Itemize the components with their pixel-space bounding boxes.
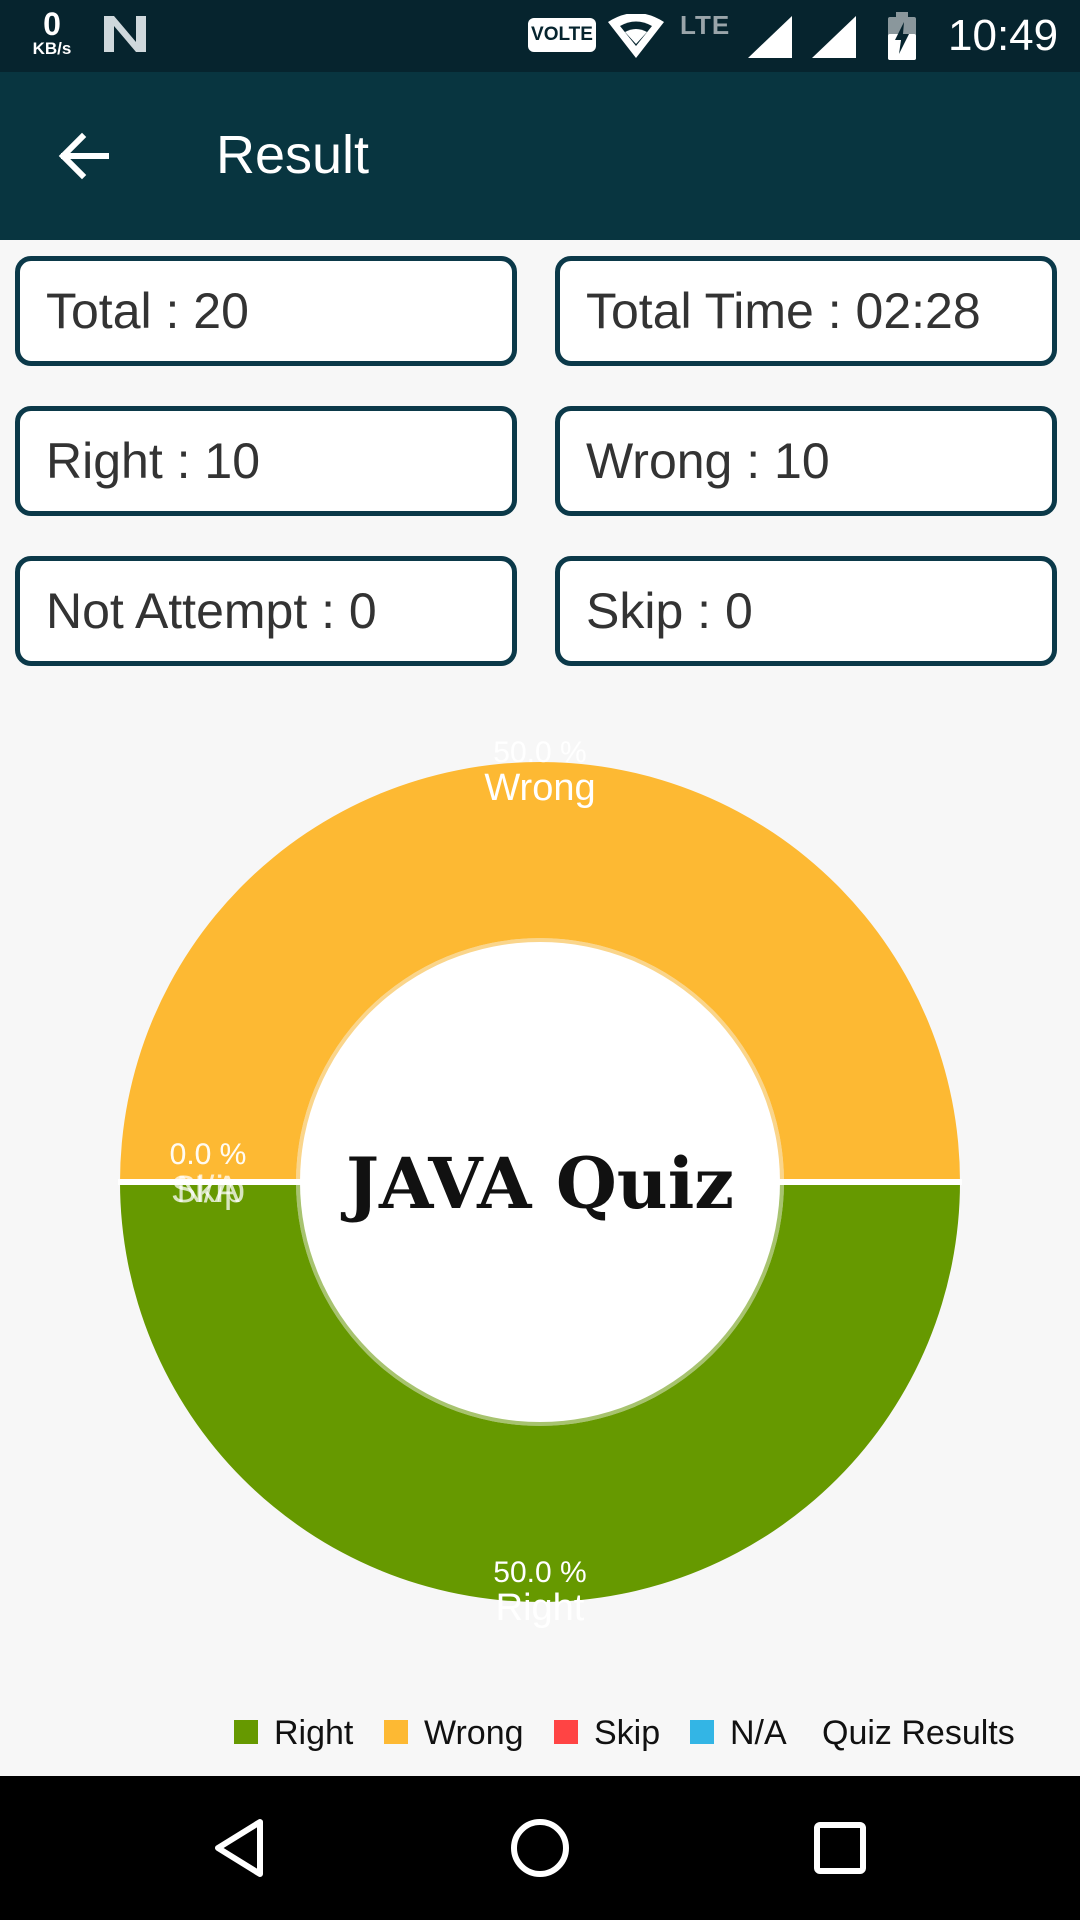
- wifi-icon: [608, 14, 664, 58]
- slice-value-label: 50.0 %: [493, 1556, 586, 1589]
- page-title: Result: [216, 125, 370, 185]
- slice-name-label: Right: [496, 1587, 585, 1629]
- signal-strength-icon-2: [812, 16, 856, 58]
- skip-box: Skip : 0: [555, 556, 1057, 666]
- slice-value-label: 50.0 %: [493, 740, 586, 769]
- back-button[interactable]: [44, 116, 124, 196]
- triangle-back-icon: [215, 1819, 263, 1877]
- network-speed: 0 KB/s: [24, 8, 80, 58]
- app-bar: Result: [0, 72, 1080, 240]
- quiz-results-donut-chart[interactable]: JAVA Quiz50.0 %Wrong50.0 %Right0.0 %Skip…: [0, 740, 1080, 1640]
- status-bar: 0 KB/s VOLTE LTE 10:49: [0, 0, 1080, 72]
- chart-legend: Right Wrong Skip N/A Quiz Results: [0, 1708, 1080, 1758]
- legend-label: Right: [274, 1714, 354, 1752]
- legend-label: Wrong: [424, 1714, 524, 1752]
- legend-swatch: [384, 1720, 408, 1745]
- battery-charging-icon: [888, 12, 916, 60]
- center-text: JAVA Quiz: [340, 1142, 734, 1225]
- legend-swatch: [554, 1720, 578, 1745]
- nav-recents-button[interactable]: [800, 1808, 880, 1888]
- notification-n-icon: [104, 16, 146, 52]
- square-recents-icon: [814, 1822, 866, 1874]
- network-speed-value: 0: [43, 6, 61, 42]
- legend-swatch: [690, 1720, 714, 1745]
- network-speed-unit: KB/s: [32, 39, 72, 58]
- legend-swatch: [234, 1720, 258, 1745]
- volte-badge: VOLTE: [528, 18, 596, 52]
- arrow-left-icon: [58, 132, 109, 180]
- slice-name-label: N/A: [176, 1169, 240, 1211]
- clock: 10:49: [948, 11, 1059, 60]
- navigation-bar: [0, 1776, 1080, 1920]
- wrong-answers-box: Wrong : 10: [555, 406, 1057, 516]
- signal-strength-icon-1: [748, 16, 792, 58]
- slice-name-label: Wrong: [484, 767, 595, 809]
- nav-home-button[interactable]: [500, 1808, 580, 1888]
- total-time-box: Total Time : 02:28: [555, 256, 1057, 366]
- legend-item-right: Right: [234, 1708, 353, 1758]
- lte-label: LTE: [680, 10, 731, 40]
- slice-value-label: 0.0 %: [170, 1138, 247, 1171]
- right-answers-box: Right : 10: [15, 406, 517, 516]
- chart-description: Quiz Results: [822, 1714, 1015, 1752]
- total-questions-box: Total : 20: [15, 256, 517, 366]
- nav-back-button[interactable]: [202, 1808, 282, 1888]
- legend-item-wrong: Wrong: [384, 1708, 524, 1758]
- legend-label: N/A: [730, 1714, 787, 1752]
- circle-home-icon: [511, 1819, 569, 1877]
- not-attempt-box: Not Attempt : 0: [15, 556, 517, 666]
- legend-label: Skip: [594, 1714, 661, 1752]
- legend-item-na: N/A: [690, 1708, 787, 1758]
- legend-item-skip: Skip: [554, 1708, 660, 1758]
